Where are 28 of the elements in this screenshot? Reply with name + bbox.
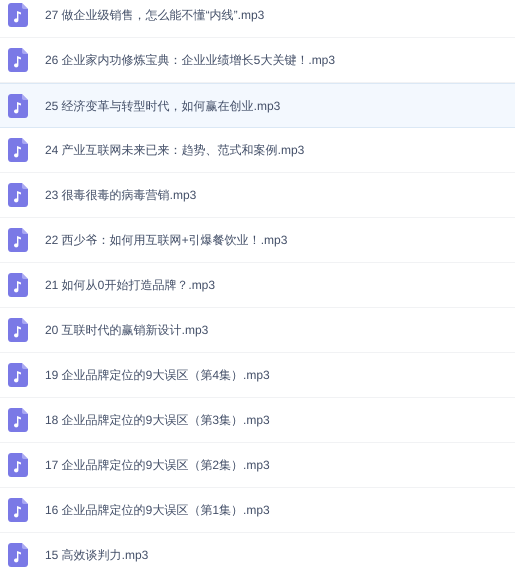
audio-file-icon bbox=[8, 228, 28, 252]
audio-file-icon bbox=[8, 318, 28, 342]
file-name: 22 西少爷：如何用互联网+引爆餐饮业！.mp3 bbox=[45, 232, 288, 249]
file-name: 23 很毒很毒的病毒营销.mp3 bbox=[45, 187, 196, 204]
audio-file-icon bbox=[8, 543, 28, 567]
file-name: 15 高效谈判力.mp3 bbox=[45, 547, 148, 564]
audio-file-icon bbox=[8, 48, 28, 72]
audio-file-icon bbox=[8, 3, 28, 27]
audio-file-icon bbox=[8, 94, 28, 118]
file-name: 26 企业家内功修炼宝典：企业业绩增长5大关键！.mp3 bbox=[45, 52, 336, 69]
file-name: 21 如何从0开始打造品牌？.mp3 bbox=[45, 277, 216, 294]
audio-file-icon bbox=[8, 453, 28, 477]
file-row[interactable]: 25 经济变革与转型时代，如何赢在创业.mp3 bbox=[0, 83, 515, 128]
file-name: 16 企业品牌定位的9大误区（第1集）.mp3 bbox=[45, 502, 270, 519]
file-name: 27 做企业级销售，怎么能不懂“内线”.mp3 bbox=[45, 7, 264, 24]
audio-file-icon bbox=[8, 498, 28, 522]
file-name: 17 企业品牌定位的9大误区（第2集）.mp3 bbox=[45, 457, 270, 474]
file-name: 24 产业互联网未来已来：趋势、范式和案例.mp3 bbox=[45, 142, 304, 159]
file-name: 19 企业品牌定位的9大误区（第4集）.mp3 bbox=[45, 367, 270, 384]
file-name: 25 经济变革与转型时代，如何赢在创业.mp3 bbox=[45, 98, 280, 114]
audio-file-icon bbox=[8, 273, 28, 297]
audio-file-icon bbox=[8, 363, 28, 387]
audio-file-icon bbox=[8, 138, 28, 162]
file-row[interactable]: 27 做企业级销售，怎么能不懂“内线”.mp3 bbox=[0, 0, 515, 38]
file-name: 20 互联时代的赢销新设计.mp3 bbox=[45, 322, 208, 339]
audio-file-icon bbox=[8, 183, 28, 207]
audio-file-icon bbox=[8, 408, 28, 432]
file-name: 18 企业品牌定位的9大误区（第3集）.mp3 bbox=[45, 412, 270, 429]
